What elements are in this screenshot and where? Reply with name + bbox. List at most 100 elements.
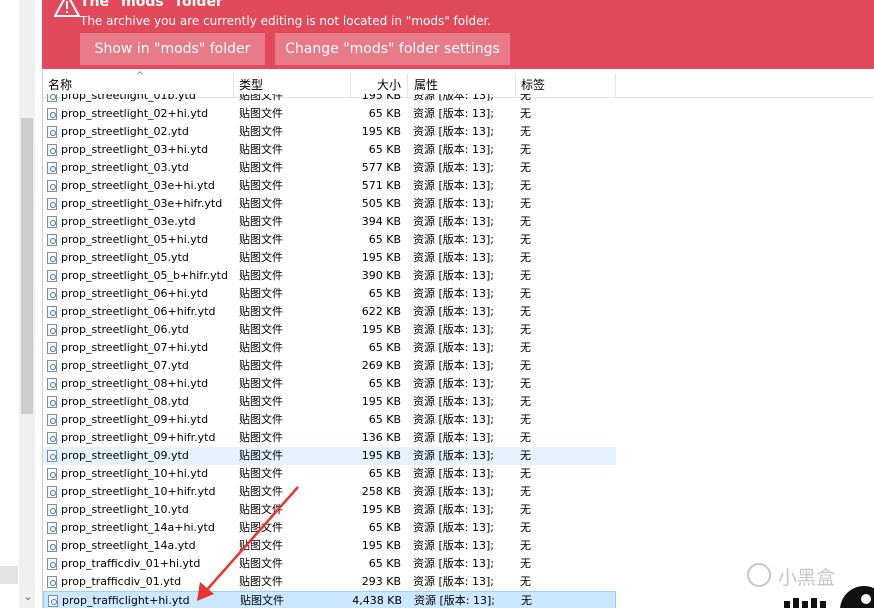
file-tag: 无 [520,125,531,138]
file-attributes: 资源 [版本: 13]; [413,557,494,570]
file-tag: 无 [520,215,531,228]
file-type: 贴图文件 [239,323,283,336]
file-tag: 无 [520,287,531,300]
file-attributes: 资源 [版本: 13]; [413,215,494,228]
file-size: 136 KB [361,431,401,444]
file-icon [47,360,57,372]
file-icon [47,216,57,228]
table-row[interactable]: prop_streetlight_09+hi.ytd 贴图文件 65 KB 资源 [版… [43,411,616,429]
table-row[interactable]: prop_trafficlight+hi.ytd 贴图文件 4,438 KB 资源 [… [43,591,616,608]
file-size: 293 KB [361,575,401,588]
file-name: prop_trafficdiv_01+hi.ytd [61,557,201,570]
file-attributes: 资源 [版本: 13]; [413,233,494,246]
file-tag: 无 [520,449,531,462]
file-size: 65 KB [368,467,401,480]
file-icon [47,234,57,246]
file-icon [47,94,57,102]
table-row[interactable]: prop_streetlight_10+hifr.ytd 贴图文件 258 KB 资源… [43,483,616,501]
banner-title: The "mods" folder [80,0,223,10]
table-row[interactable]: prop_streetlight_05.ytd 贴图文件 195 KB 资源 [版本:… [43,249,616,267]
file-type: 贴图文件 [239,503,283,516]
file-size: 65 KB [368,143,401,156]
table-row[interactable]: prop_streetlight_05+hi.ytd 贴图文件 65 KB 资源 [版… [43,231,616,249]
file-type: 贴图文件 [239,233,283,246]
file-icon [47,306,57,318]
file-name: prop_streetlight_02.ytd [61,125,189,138]
file-attributes: 资源 [版本: 13]; [413,251,494,264]
file-name: prop_streetlight_10+hifr.ytd [61,485,216,498]
file-name: prop_streetlight_05.ytd [61,251,189,264]
table-row[interactable]: prop_streetlight_07+hi.ytd 贴图文件 65 KB 资源 [版… [43,339,616,357]
table-row[interactable]: prop_streetlight_14a+hi.ytd 贴图文件 65 KB 资源 [… [43,519,616,537]
file-icon [47,180,57,192]
file-icon [47,198,57,210]
file-tag: 无 [520,323,531,336]
file-attributes: 资源 [版本: 13]; [413,449,494,462]
table-row[interactable]: prop_streetlight_03.ytd 贴图文件 577 KB 资源 [版本:… [43,159,616,177]
file-attributes: 资源 [版本: 13]; [413,107,494,120]
file-tag: 无 [520,503,531,516]
file-size: 195 KB [361,323,401,336]
file-size: 577 KB [361,161,401,174]
file-icon [48,595,58,607]
table-row[interactable]: prop_trafficdiv_01+hi.ytd 贴图文件 65 KB 资源 [版本… [43,555,616,573]
file-type: 贴图文件 [239,413,283,426]
file-type: 贴图文件 [239,305,283,318]
table-row[interactable]: prop_streetlight_01b.ytd 贴图文件 195 KB 资源 [版本… [43,94,616,105]
file-name: prop_streetlight_14a+hi.ytd [61,521,215,534]
file-attributes: 资源 [版本: 13]; [413,125,494,138]
table-row[interactable]: prop_streetlight_02.ytd 贴图文件 195 KB 资源 [版本:… [43,123,616,141]
change-mods-folder-settings-button[interactable]: Change "mods" folder settings [275,33,510,65]
table-row[interactable]: prop_streetlight_03e.ytd 贴图文件 394 KB 资源 [版本… [43,213,616,231]
file-name: prop_streetlight_10.ytd [61,503,189,516]
table-row[interactable]: prop_streetlight_02+hi.ytd 贴图文件 65 KB 资源 [版… [43,105,616,123]
file-attributes: 资源 [版本: 13]; [413,287,494,300]
table-row[interactable]: prop_streetlight_08+hi.ytd 贴图文件 65 KB 资源 [版… [43,375,616,393]
table-row[interactable]: prop_trafficdiv_01.ytd 贴图文件 293 KB 资源 [版本: … [43,573,616,591]
show-in-mods-folder-button[interactable]: Show in "mods" folder [80,33,265,65]
file-name: prop_streetlight_08+hi.ytd [61,377,209,390]
file-size: 195 KB [361,449,401,462]
table-row[interactable]: prop_streetlight_10.ytd 贴图文件 195 KB 资源 [版本:… [43,501,616,519]
file-type: 贴图文件 [239,431,283,444]
file-type: 贴图文件 [239,449,283,462]
left-panel-item[interactable] [0,566,18,584]
file-tag: 无 [520,485,531,498]
file-type: 贴图文件 [239,287,283,300]
table-row[interactable]: prop_streetlight_08.ytd 贴图文件 195 KB 资源 [版本:… [43,393,616,411]
file-size: 65 KB [368,413,401,426]
file-icon [47,432,57,444]
file-type: 贴图文件 [239,251,283,264]
file-tag: 无 [520,197,531,210]
table-row[interactable]: prop_streetlight_03e+hifr.ytd 贴图文件 505 KB 资… [43,195,616,213]
file-attributes: 资源 [版本: 13]; [413,485,494,498]
table-row[interactable]: prop_streetlight_03e+hi.ytd 贴图文件 571 KB 资源 … [43,177,616,195]
file-icon [47,108,57,120]
left-scrollbar-thumb[interactable] [21,118,33,414]
file-list: ^ 名称 类型 大小 属性 标签 prop_streetlight_01b.yt… [42,71,874,608]
file-attributes: 资源 [版本: 13]; [414,594,495,607]
table-row[interactable]: prop_streetlight_06.ytd 贴图文件 195 KB 资源 [版本:… [43,321,616,339]
file-name: prop_streetlight_08.ytd [61,395,189,408]
file-tag: 无 [520,179,531,192]
file-name: prop_streetlight_09.ytd [61,449,189,462]
table-row[interactable]: prop_streetlight_14a.ytd 贴图文件 195 KB 资源 [版本… [43,537,616,555]
scroll-down-icon[interactable]: ⌄ [21,590,35,604]
file-type: 贴图文件 [239,539,283,552]
file-attributes: 资源 [版本: 13]; [413,413,494,426]
table-row[interactable]: prop_streetlight_09+hifr.ytd 贴图文件 136 KB 资源… [43,429,616,447]
table-row[interactable]: prop_streetlight_10+hi.ytd 贴图文件 65 KB 资源 [版… [43,465,616,483]
table-row[interactable]: prop_streetlight_07.ytd 贴图文件 269 KB 资源 [版本:… [43,357,616,375]
file-type: 贴图文件 [239,143,283,156]
table-row[interactable]: prop_streetlight_06+hi.ytd 贴图文件 65 KB 资源 [版… [43,285,616,303]
file-attributes: 资源 [版本: 13]; [413,503,494,516]
file-size: 195 KB [361,395,401,408]
table-row[interactable]: prop_streetlight_06+hifr.ytd 贴图文件 622 KB 资源… [43,303,616,321]
table-row[interactable]: prop_streetlight_05_b+hifr.ytd 贴图文件 390 KB… [43,267,616,285]
file-type: 贴图文件 [239,485,283,498]
file-size: 195 KB [361,503,401,516]
table-row[interactable]: prop_streetlight_03+hi.ytd 贴图文件 65 KB 资源 [版… [43,141,616,159]
file-type: 贴图文件 [239,377,283,390]
table-row[interactable]: prop_streetlight_09.ytd 贴图文件 195 KB 资源 [版本:… [43,447,616,465]
file-name: prop_streetlight_03e+hifr.ytd [61,197,223,210]
